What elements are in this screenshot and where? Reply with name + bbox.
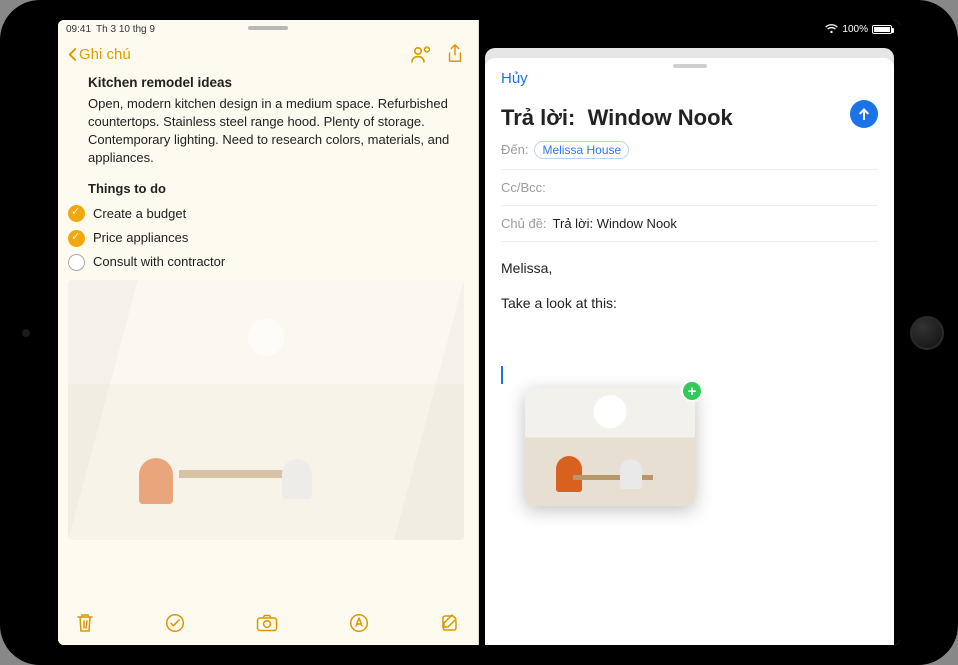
note-attached-image[interactable]: [68, 280, 464, 540]
mail-ccbcc-row[interactable]: Cc/Bcc:: [501, 170, 878, 206]
camera-button[interactable]: [256, 614, 278, 632]
mail-body-line1: Melissa,: [501, 256, 878, 281]
mail-reply-prefix: Trả lời:: [501, 105, 575, 130]
mail-subject-row[interactable]: Chủ đề: Trả lời: Window Nook: [501, 206, 878, 242]
mail-body-line2: Take a look at this:: [501, 291, 878, 316]
arrow-up-icon: [856, 106, 872, 122]
checklist-button[interactable]: [165, 613, 185, 633]
note-title: Kitchen remodel ideas: [88, 74, 464, 93]
note-description: Open, modern kitchen design in a medium …: [88, 95, 464, 168]
text-cursor: [501, 366, 503, 384]
mail-subject-title: Window Nook: [588, 105, 733, 130]
ipad-device-frame: 09:41 Th 3 10 thg 9 100% Ghi chú: [0, 0, 958, 665]
todo-item-2[interactable]: Consult with contractor: [68, 250, 464, 274]
mail-body-editor[interactable]: Melissa, Take a look at this:: [501, 242, 878, 393]
status-bar-left: 09:41 Th 3 10 thg 9: [58, 20, 163, 38]
trash-button[interactable]: [76, 613, 94, 633]
todo-label: Create a budget: [93, 205, 186, 223]
notes-app: Ghi chú Kitchen remodel ideas Open, mode…: [58, 20, 479, 645]
markup-button[interactable]: [349, 613, 369, 633]
sheet-grabber[interactable]: [673, 64, 707, 68]
notes-back-label: Ghi chú: [79, 46, 131, 63]
chevron-left-icon: [68, 47, 77, 62]
mail-cancel-button[interactable]: Hủy: [501, 70, 528, 87]
mail-app: Hủy Trả lời: Window Nook Đến: Melis: [479, 20, 900, 645]
compose-button[interactable]: [440, 613, 460, 633]
notes-toolbar: Ghi chú: [58, 34, 478, 74]
wifi-icon: [825, 24, 838, 34]
send-button[interactable]: [850, 100, 878, 128]
collaborate-button[interactable]: [410, 44, 432, 64]
notes-back-button[interactable]: Ghi chú: [64, 42, 135, 67]
todo-item-1[interactable]: Price appliances: [68, 226, 464, 250]
todo-item-0[interactable]: Create a budget: [68, 202, 464, 226]
add-badge-icon: +: [681, 380, 703, 402]
home-button[interactable]: [910, 316, 944, 350]
status-date: Th 3 10 thg 9: [96, 24, 155, 35]
status-battery-percent: 100%: [842, 24, 868, 35]
mail-subject-label: Chủ đề:: [501, 216, 547, 231]
status-bar-right: 100%: [817, 20, 900, 38]
todo-check-2[interactable]: [68, 254, 85, 271]
mail-to-label: Đến:: [501, 142, 528, 157]
status-time: 09:41: [66, 24, 91, 35]
screen: 09:41 Th 3 10 thg 9 100% Ghi chú: [58, 20, 900, 645]
todo-label: Price appliances: [93, 229, 188, 247]
front-camera: [22, 329, 30, 337]
mail-card-stack: Hủy Trả lời: Window Nook Đến: Melis: [485, 48, 894, 645]
share-button[interactable]: [446, 44, 464, 64]
mail-subject-value: Trả lời: Window Nook: [553, 216, 677, 231]
mail-heading: Trả lời: Window Nook: [501, 105, 733, 131]
notes-bottom-toolbar: [58, 601, 478, 645]
mail-to-row[interactable]: Đến: Melissa House: [501, 131, 878, 170]
todo-label: Consult with contractor: [93, 253, 225, 271]
note-content[interactable]: Kitchen remodel ideas Open, modern kitch…: [58, 74, 478, 540]
dragged-image-preview[interactable]: +: [525, 388, 695, 506]
mail-compose-sheet: Hủy Trả lời: Window Nook Đến: Melis: [485, 58, 894, 645]
recipient-pill[interactable]: Melissa House: [534, 141, 629, 159]
todo-check-1[interactable]: [68, 230, 85, 247]
multitask-grabber[interactable]: [248, 26, 288, 30]
battery-icon: [872, 25, 892, 34]
mail-ccbcc-label: Cc/Bcc:: [501, 180, 546, 195]
todo-heading: Things to do: [88, 180, 464, 198]
todo-check-0[interactable]: [68, 205, 85, 222]
